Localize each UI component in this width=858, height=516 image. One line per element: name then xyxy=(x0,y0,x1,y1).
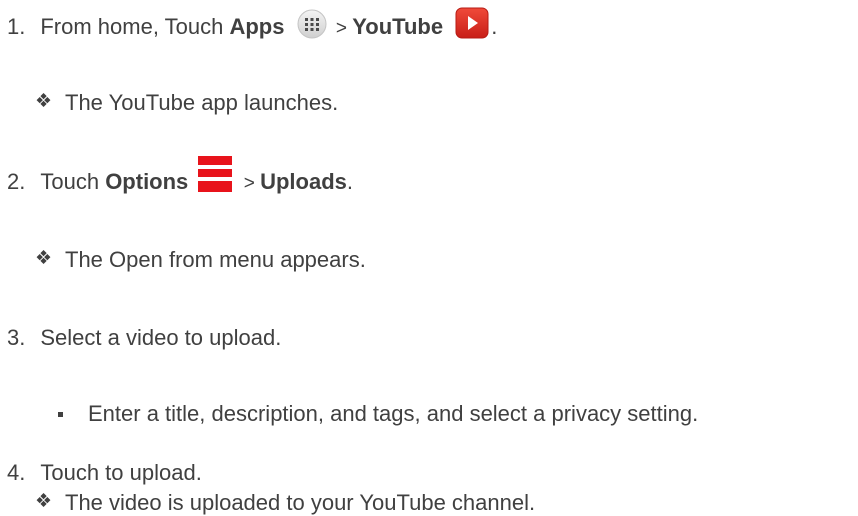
note-text: The YouTube app launches. xyxy=(65,90,339,115)
step-text: From home, Touch Apps > YouTube . xyxy=(40,7,497,39)
step-number: 1. xyxy=(7,14,26,39)
apps-grid-icon xyxy=(297,9,327,39)
diamond-bullet-icon: ❖ xyxy=(35,491,53,512)
diamond-bullet-icon: ❖ xyxy=(35,91,53,112)
step-3: 3. Select a video to upload. xyxy=(0,325,281,351)
note-text: Enter a title, description, and tags, an… xyxy=(88,401,699,426)
uploads-label: Uploads xyxy=(260,169,347,194)
youtube-play-icon xyxy=(455,7,489,39)
square-bullet-icon xyxy=(58,412,63,417)
step-2: 2. Touch Options > Uploads. xyxy=(0,156,353,197)
instructions-page: { "steps": [ { "number": "1.", "prefix":… xyxy=(0,0,858,515)
step-1: 1. From home, Touch Apps > YouTube . xyxy=(0,7,497,42)
apps-label: Apps xyxy=(229,14,285,39)
step-text: Select a video to upload. xyxy=(40,325,282,350)
step-text: Touch to upload. xyxy=(40,460,202,485)
note-text: The video is uploaded to your YouTube ch… xyxy=(65,490,536,515)
step-number: 3. xyxy=(7,325,26,350)
menu-options-icon xyxy=(198,156,233,193)
step-number: 2. xyxy=(7,169,26,194)
diamond-bullet-icon: ❖ xyxy=(35,248,53,269)
step-text: Touch Options > Uploads. xyxy=(40,156,353,194)
step-number: 4. xyxy=(7,460,26,485)
step-4: 4. Touch to upload. xyxy=(0,460,202,486)
youtube-label: YouTube xyxy=(352,14,444,39)
note-text: The Open from menu appears. xyxy=(65,247,366,272)
options-label: Options xyxy=(105,169,189,194)
